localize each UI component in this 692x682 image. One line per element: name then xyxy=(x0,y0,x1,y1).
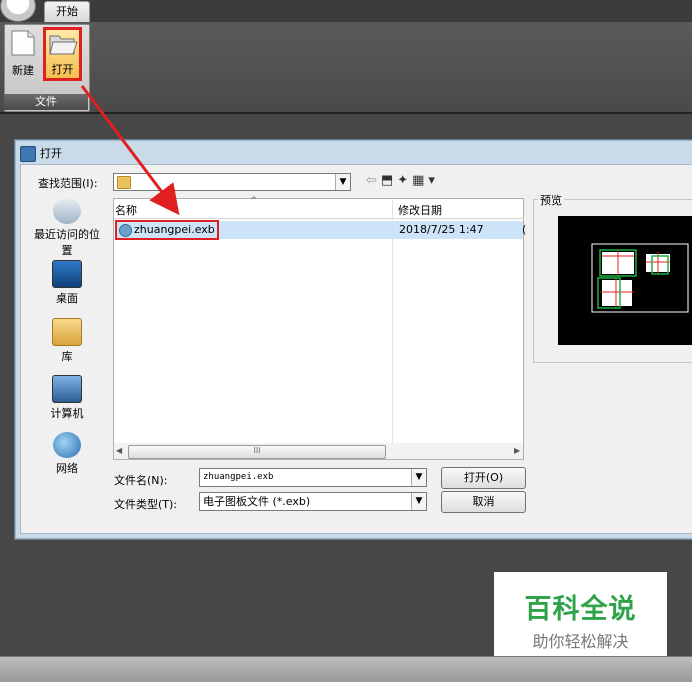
dialog-title: 打开 xyxy=(40,147,62,160)
place-desktop[interactable]: 桌面 xyxy=(30,260,104,306)
filename-label: 文件名(N): xyxy=(114,474,168,487)
place-network[interactable]: 网络 xyxy=(30,432,104,476)
place-recent-label: 最近访问的位置 xyxy=(34,228,100,257)
new-button[interactable]: 新建 xyxy=(8,28,38,80)
open-folder-icon xyxy=(49,35,78,55)
preview-label: 预览 xyxy=(538,192,564,208)
place-computer[interactable]: 计算机 xyxy=(30,375,104,421)
dialog-toolbar: ⇦⬒✦▦▾ xyxy=(366,173,439,191)
filetype-select[interactable]: 电子图板文件 (*.exb) xyxy=(199,492,427,511)
file-extra-column: ( xyxy=(522,223,527,236)
preview-image xyxy=(558,216,692,345)
filename-chevron-down-icon[interactable]: ▼ xyxy=(411,469,426,486)
tab-start[interactable]: 开始 xyxy=(44,1,90,23)
scroll-left-icon[interactable]: ◀ xyxy=(116,446,122,455)
folder-icon xyxy=(117,176,131,189)
place-recent[interactable]: 最近访问的位置 xyxy=(30,198,104,258)
computer-icon xyxy=(52,375,82,403)
open-button[interactable]: 打开 xyxy=(43,27,82,81)
open-dialog-button[interactable]: 打开(O) xyxy=(441,467,526,489)
filetype-chevron-down-icon[interactable]: ▼ xyxy=(411,493,426,510)
recent-places-icon xyxy=(53,198,81,224)
column-header-date[interactable]: 修改日期 xyxy=(398,202,442,218)
library-icon xyxy=(52,318,82,346)
file-date: 2018/7/25 1:47 xyxy=(399,223,484,236)
back-icon[interactable]: ⇦ xyxy=(366,173,381,188)
view-menu-icon[interactable]: ▦▾ xyxy=(412,173,439,188)
new-folder-icon[interactable]: ✦ xyxy=(397,173,412,188)
new-button-label: 新建 xyxy=(12,64,34,77)
filetype-label: 文件类型(T): xyxy=(114,498,178,511)
place-network-label: 网络 xyxy=(56,462,78,475)
place-computer-label: 计算机 xyxy=(50,407,84,420)
open-button-label: 打开 xyxy=(51,63,74,76)
lookin-select[interactable]: ▼ xyxy=(113,173,351,191)
place-desktop-label: 桌面 xyxy=(56,292,78,305)
column-header-name[interactable]: 名称 xyxy=(115,202,137,218)
network-icon xyxy=(53,432,81,458)
up-folder-icon[interactable]: ⬒ xyxy=(381,173,397,188)
file-name[interactable]: zhuangpei.exb xyxy=(134,223,215,236)
scrollbar-thumb[interactable]: III xyxy=(128,445,386,459)
top-bar xyxy=(0,0,692,22)
watermark-subtitle: 助你轻松解决 xyxy=(532,632,629,651)
file-icon xyxy=(119,224,132,237)
status-bar xyxy=(0,656,692,682)
ribbon-group-label: 文件 xyxy=(4,94,88,110)
lookin-label: 查找范围(I): xyxy=(38,177,98,190)
place-library-label: 库 xyxy=(61,350,73,363)
filename-input[interactable]: zhuangpei.exb xyxy=(199,468,427,487)
place-library[interactable]: 库 xyxy=(30,318,104,364)
ribbon xyxy=(0,22,692,114)
chevron-down-icon[interactable]: ▼ xyxy=(335,174,350,190)
drawing-thumbnail xyxy=(591,243,689,313)
scroll-right-icon[interactable]: ▶ xyxy=(514,446,520,455)
cancel-button[interactable]: 取消 xyxy=(441,491,526,513)
dialog-app-icon xyxy=(20,146,36,162)
new-doc-icon xyxy=(11,30,35,56)
column-header-divider xyxy=(114,218,524,219)
watermark-title: 百科全说 xyxy=(524,594,637,625)
desktop-icon xyxy=(52,260,82,288)
sort-arrow-icon: ^ xyxy=(250,196,258,206)
